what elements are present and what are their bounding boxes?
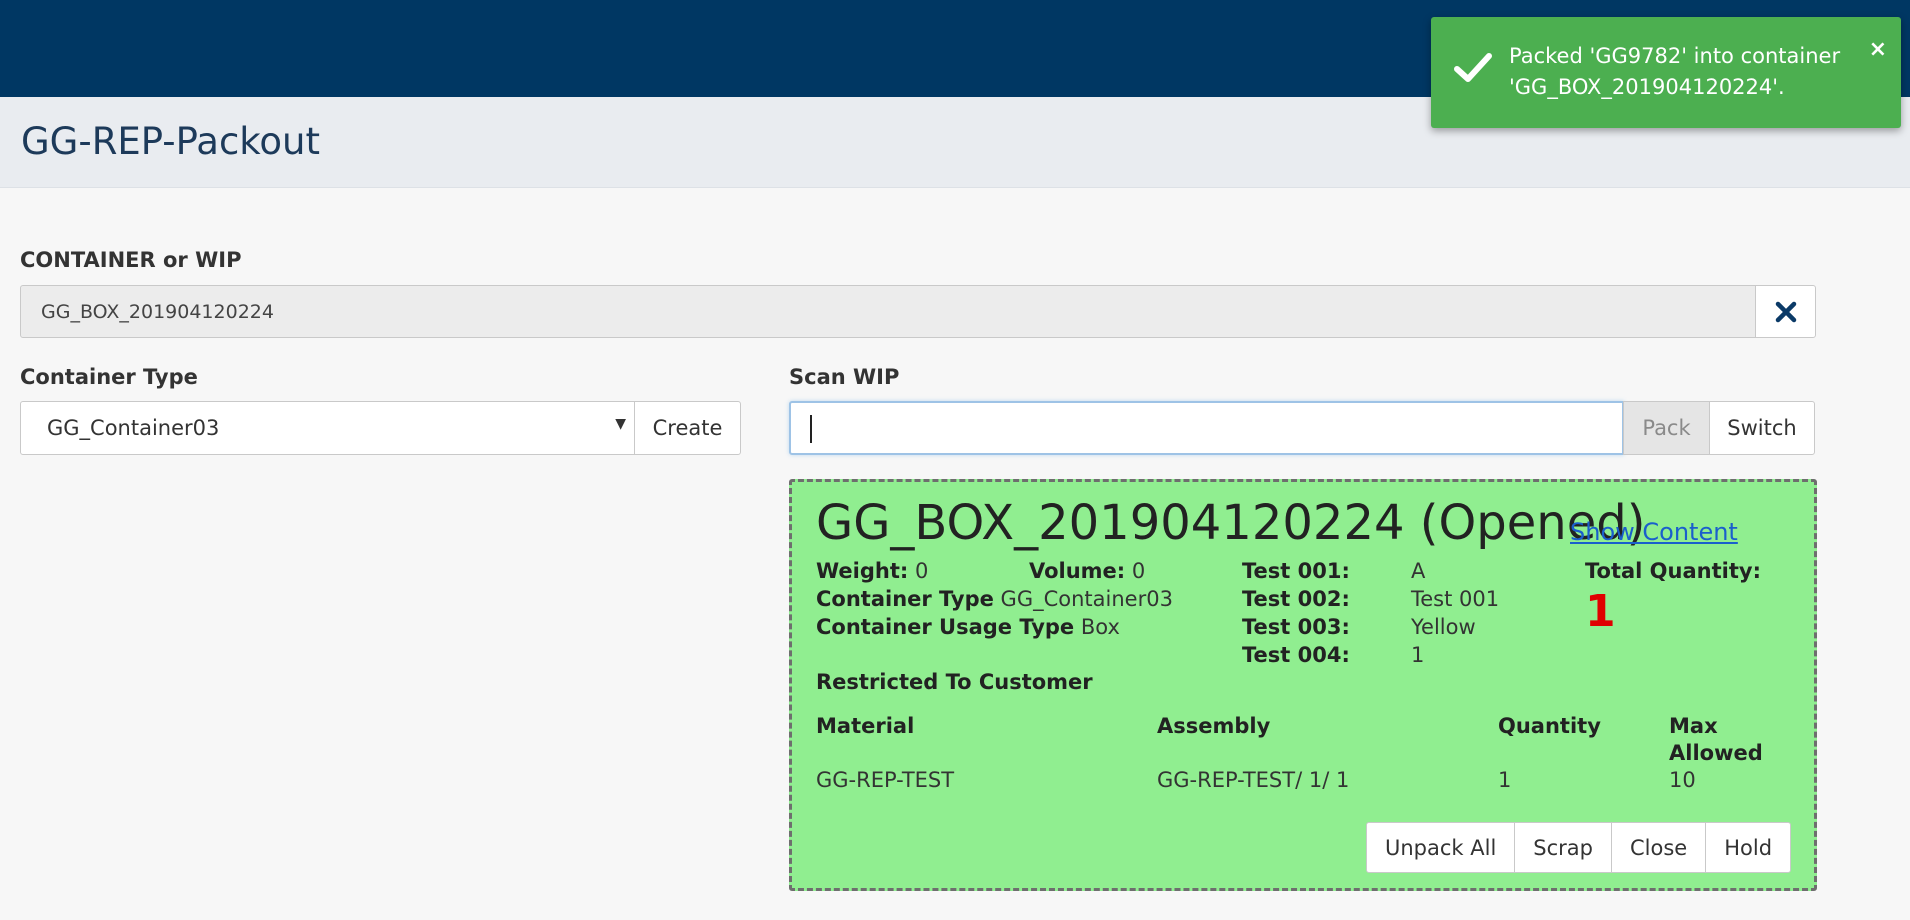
container-type-field: Container Type GG_Container03: [816, 587, 1173, 611]
switch-button[interactable]: Switch: [1709, 401, 1815, 455]
volume-field: Volume: 0: [1029, 559, 1145, 583]
container-type-field-label: Container Type: [816, 587, 994, 611]
container-name: GG_BOX_201904120224 (Opened): [816, 495, 1646, 551]
page-title: GG-REP-Packout: [21, 120, 320, 163]
hold-button[interactable]: Hold: [1705, 823, 1790, 872]
scrap-button[interactable]: Scrap: [1514, 823, 1611, 872]
weight-field: Weight: 0: [816, 559, 928, 583]
test-004-label: Test 004:: [1242, 643, 1350, 667]
total-quantity-value: 1: [1585, 586, 1616, 637]
weight-label: Weight:: [816, 559, 909, 583]
volume-value: 0: [1131, 559, 1146, 583]
container-input[interactable]: [20, 285, 1756, 338]
container-type-label: Container Type: [20, 365, 198, 389]
total-quantity-label: Total Quantity:: [1585, 559, 1761, 583]
usage-type-field: Container Usage Type Box: [816, 615, 1120, 639]
caret-down-icon: ▼: [615, 416, 626, 432]
volume-label: Volume:: [1029, 559, 1126, 583]
container-actions: Unpack All Scrap Close Hold: [1366, 822, 1792, 873]
container-type-select[interactable]: GG_Container03 ▼: [20, 401, 635, 455]
scan-wip-input[interactable]: [789, 401, 1624, 455]
container-info-panel: GG_BOX_201904120224 (Opened) Show Conten…: [789, 479, 1817, 891]
test-003-value: Yellow: [1411, 615, 1476, 639]
column-header-assembly: Assembly: [1157, 714, 1271, 738]
container-field-label: CONTAINER or WIP: [20, 248, 242, 272]
clear-container-button[interactable]: [1755, 285, 1816, 338]
container-type-selected: GG_Container03: [47, 416, 220, 440]
usage-type-value: Box: [1080, 615, 1120, 639]
test-001-value: A: [1411, 559, 1426, 583]
cell-quantity: 1: [1498, 768, 1512, 792]
check-icon: [1454, 53, 1492, 82]
pack-button[interactable]: Pack: [1623, 401, 1710, 455]
close-button[interactable]: Close: [1611, 823, 1705, 872]
close-icon: [1775, 301, 1796, 322]
cell-max-allowed: 10: [1669, 768, 1696, 792]
column-header-material: Material: [816, 714, 915, 738]
create-button[interactable]: Create: [634, 401, 741, 455]
test-003-label: Test 003:: [1242, 615, 1350, 639]
container-type-field-value: GG_Container03: [1000, 587, 1173, 611]
cell-assembly: GG-REP-TEST/ 1/ 1: [1157, 768, 1350, 792]
unpack-all-button[interactable]: Unpack All: [1367, 823, 1514, 872]
success-toast: Packed 'GG9782' into container 'GG_BOX_2…: [1431, 17, 1901, 128]
test-002-label: Test 002:: [1242, 587, 1350, 611]
column-header-quantity: Quantity: [1498, 714, 1601, 738]
show-content-link[interactable]: Show Content: [1570, 518, 1738, 546]
weight-value: 0: [914, 559, 929, 583]
cell-material: GG-REP-TEST: [816, 768, 955, 792]
test-001-label: Test 001:: [1242, 559, 1350, 583]
restricted-to-customer-label: Restricted To Customer: [816, 670, 1093, 694]
test-004-value: 1: [1411, 643, 1425, 667]
toast-message: Packed 'GG9782' into container 'GG_BOX_2…: [1509, 44, 1841, 99]
usage-type-label: Container Usage Type: [816, 615, 1075, 639]
test-002-value: Test 001: [1411, 587, 1500, 611]
text-cursor: [810, 415, 812, 443]
toast-close-icon[interactable]: ×: [1869, 37, 1887, 62]
column-header-max-allowed: Max Allowed: [1669, 714, 1763, 765]
scan-wip-label: Scan WIP: [789, 365, 900, 389]
